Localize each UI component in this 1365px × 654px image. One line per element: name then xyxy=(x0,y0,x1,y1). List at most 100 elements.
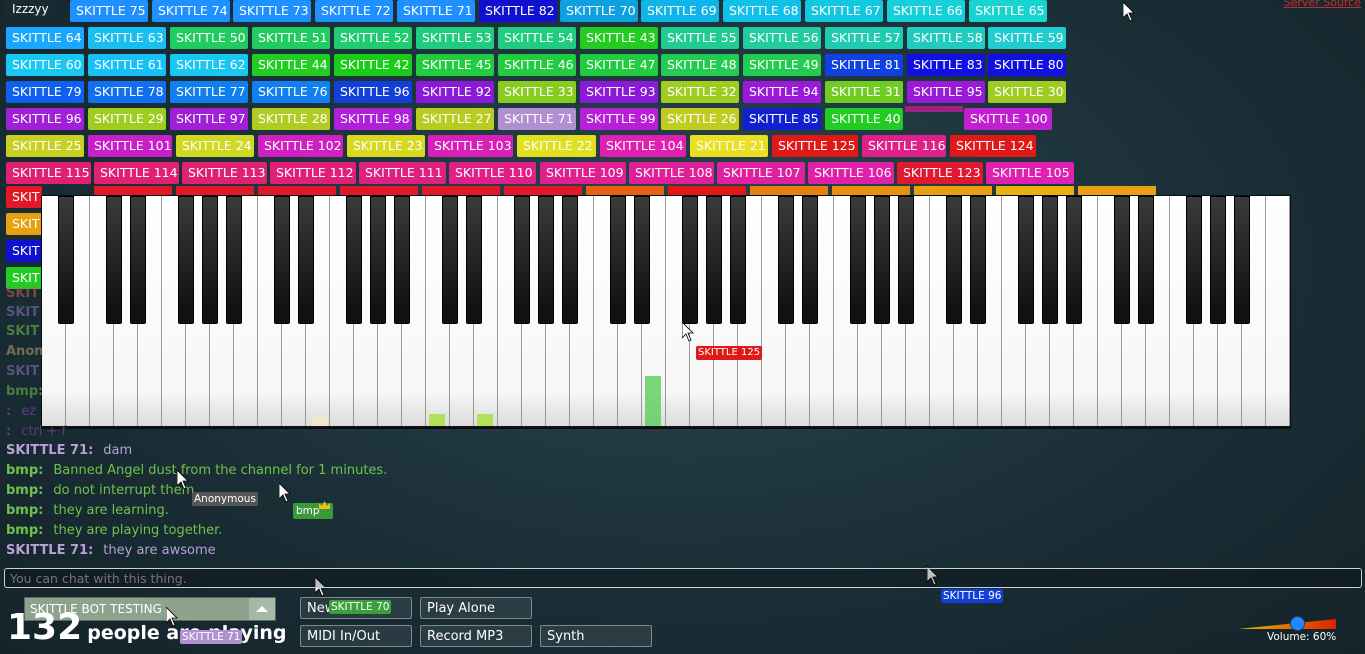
user-tag[interactable]: SKITTLE 32 xyxy=(661,81,739,103)
black-key[interactable] xyxy=(634,196,650,324)
user-tag[interactable]: SKITTLE 95 xyxy=(907,81,985,103)
black-key[interactable] xyxy=(58,196,74,324)
user-tag[interactable]: SKITTLE 59 xyxy=(988,27,1066,49)
user-tag[interactable]: SKITTLE 100 xyxy=(964,108,1052,130)
user-tag[interactable]: SKITTLE 62 xyxy=(170,54,248,76)
chat-input[interactable] xyxy=(4,568,1362,588)
user-tag[interactable]: SKITTLE 52 xyxy=(334,27,412,49)
user-tag[interactable]: SKITTLE 103 xyxy=(428,135,513,157)
black-key[interactable] xyxy=(1066,196,1082,324)
black-key[interactable] xyxy=(1186,196,1202,324)
user-tag[interactable]: SKITTLE 71 xyxy=(397,0,475,22)
user-tag[interactable]: SKITTLE 45 xyxy=(416,54,494,76)
user-tag[interactable]: SKITTLE 71 xyxy=(498,108,576,130)
user-tag[interactable]: SKITTLE 96 xyxy=(6,108,84,130)
user-tag[interactable]: SKITTLE 73 xyxy=(233,0,311,22)
black-key[interactable] xyxy=(946,196,962,324)
user-tag[interactable]: SKITTLE 76 xyxy=(252,81,330,103)
user-tag[interactable]: SKITTLE 40 xyxy=(825,108,903,130)
user-tag[interactable]: SKITTLE 54 xyxy=(498,27,576,49)
piano-keyboard[interactable] xyxy=(41,195,1291,429)
black-key[interactable] xyxy=(226,196,242,324)
user-tag[interactable]: SKITTLE 82 xyxy=(479,0,557,22)
user-tag[interactable]: SKITTLE 80 xyxy=(988,54,1066,76)
black-key[interactable] xyxy=(730,196,746,324)
user-tag-partial[interactable]: SKIT xyxy=(6,186,42,208)
user-tag[interactable]: SKITTLE 108 xyxy=(629,162,714,184)
black-key[interactable] xyxy=(202,196,218,324)
user-tag[interactable]: SKITTLE 112 xyxy=(270,162,356,184)
user-tag[interactable]: SKITTLE 23 xyxy=(347,135,425,157)
black-key[interactable] xyxy=(682,196,698,324)
black-key[interactable] xyxy=(1114,196,1130,324)
user-tag[interactable]: SKITTLE 55 xyxy=(661,27,739,49)
user-tag[interactable]: SKITTLE 107 xyxy=(717,162,805,184)
user-tag[interactable]: SKITTLE 57 xyxy=(825,27,903,49)
black-key[interactable] xyxy=(1042,196,1058,324)
user-tag[interactable]: SKITTLE 96 xyxy=(334,81,412,103)
black-key[interactable] xyxy=(538,196,554,324)
user-tag[interactable]: SKITTLE 94 xyxy=(743,81,821,103)
user-tag[interactable]: SKITTLE 43 xyxy=(580,27,658,49)
user-tag[interactable]: SKITTLE 31 xyxy=(825,81,903,103)
black-key[interactable] xyxy=(706,196,722,324)
black-key[interactable] xyxy=(1210,196,1226,324)
black-key[interactable] xyxy=(1234,196,1250,324)
user-tag[interactable]: SKITTLE 47 xyxy=(580,54,658,76)
black-key[interactable] xyxy=(1018,196,1034,324)
user-tag[interactable]: SKITTLE 85 xyxy=(743,108,821,130)
black-key[interactable] xyxy=(370,196,386,324)
black-key[interactable] xyxy=(874,196,890,324)
black-key[interactable] xyxy=(394,196,410,324)
user-tag[interactable]: SKITTLE 116 xyxy=(862,135,946,157)
user-tag[interactable]: SKITTLE 111 xyxy=(359,162,446,184)
user-tag[interactable]: SKITTLE 78 xyxy=(88,81,166,103)
user-tag[interactable]: SKITTLE 93 xyxy=(580,81,658,103)
user-tag[interactable]: SKITTLE 124 xyxy=(950,135,1036,157)
user-tag[interactable]: SKITTLE 72 xyxy=(315,0,393,22)
black-key[interactable] xyxy=(970,196,986,324)
record-mp3-button[interactable]: Record MP3 xyxy=(420,625,532,647)
black-key[interactable] xyxy=(610,196,626,324)
black-key[interactable] xyxy=(778,196,794,324)
user-tag[interactable]: SKITTLE 27 xyxy=(416,108,494,130)
black-key[interactable] xyxy=(346,196,362,324)
user-tag[interactable]: SKITTLE 26 xyxy=(661,108,739,130)
user-tag[interactable]: SKITTLE 115 xyxy=(6,162,91,184)
user-tag[interactable]: SKITTLE 56 xyxy=(743,27,821,49)
user-tag[interactable]: SKITTLE 123 xyxy=(897,162,983,184)
black-key[interactable] xyxy=(106,196,122,324)
black-key[interactable] xyxy=(466,196,482,324)
user-tag[interactable]: SKITTLE 61 xyxy=(88,54,166,76)
user-tag[interactable]: SKITTLE 77 xyxy=(170,81,248,103)
user-tag[interactable]: SKITTLE 79 xyxy=(6,81,84,103)
user-tag[interactable]: SKITTLE 110 xyxy=(449,162,536,184)
synth-button[interactable]: Synth xyxy=(540,625,652,647)
user-tag[interactable]: SKITTLE 63 xyxy=(88,27,166,49)
user-tag-partial[interactable]: SKIT xyxy=(6,213,42,235)
user-tag[interactable]: SKITTLE 58 xyxy=(907,27,985,49)
user-tag[interactable]: SKITTLE 83 xyxy=(907,54,985,76)
user-tag[interactable]: SKITTLE 125 xyxy=(772,135,858,157)
user-tag[interactable]: SKITTLE 69 xyxy=(641,0,719,22)
user-tag[interactable]: SKITTLE 65 xyxy=(969,0,1047,22)
user-tag[interactable]: SKITTLE 21 xyxy=(690,135,768,157)
black-key[interactable] xyxy=(562,196,578,324)
user-tag[interactable]: SKITTLE 75 xyxy=(70,0,148,22)
user-tag[interactable]: SKITTLE 51 xyxy=(252,27,330,49)
user-tag[interactable]: SKITTLE 46 xyxy=(498,54,576,76)
user-tag[interactable]: SKITTLE 49 xyxy=(743,54,821,76)
user-tag[interactable]: SKITTLE 102 xyxy=(258,135,343,157)
user-tag[interactable]: SKITTLE 74 xyxy=(152,0,230,22)
white-key[interactable] xyxy=(1266,196,1290,426)
user-tag-partial[interactable]: SKIT xyxy=(6,240,42,262)
black-key[interactable] xyxy=(442,196,458,324)
user-tag[interactable]: SKITTLE 25 xyxy=(6,135,84,157)
black-key[interactable] xyxy=(130,196,146,324)
black-key[interactable] xyxy=(1138,196,1154,324)
user-tag[interactable]: SKITTLE 30 xyxy=(988,81,1066,103)
user-tag[interactable]: SKITTLE 66 xyxy=(887,0,965,22)
user-tag[interactable]: SKITTLE 81 xyxy=(825,54,903,76)
user-tag[interactable]: SKITTLE 24 xyxy=(176,135,254,157)
user-tag[interactable]: SKITTLE 68 xyxy=(723,0,801,22)
